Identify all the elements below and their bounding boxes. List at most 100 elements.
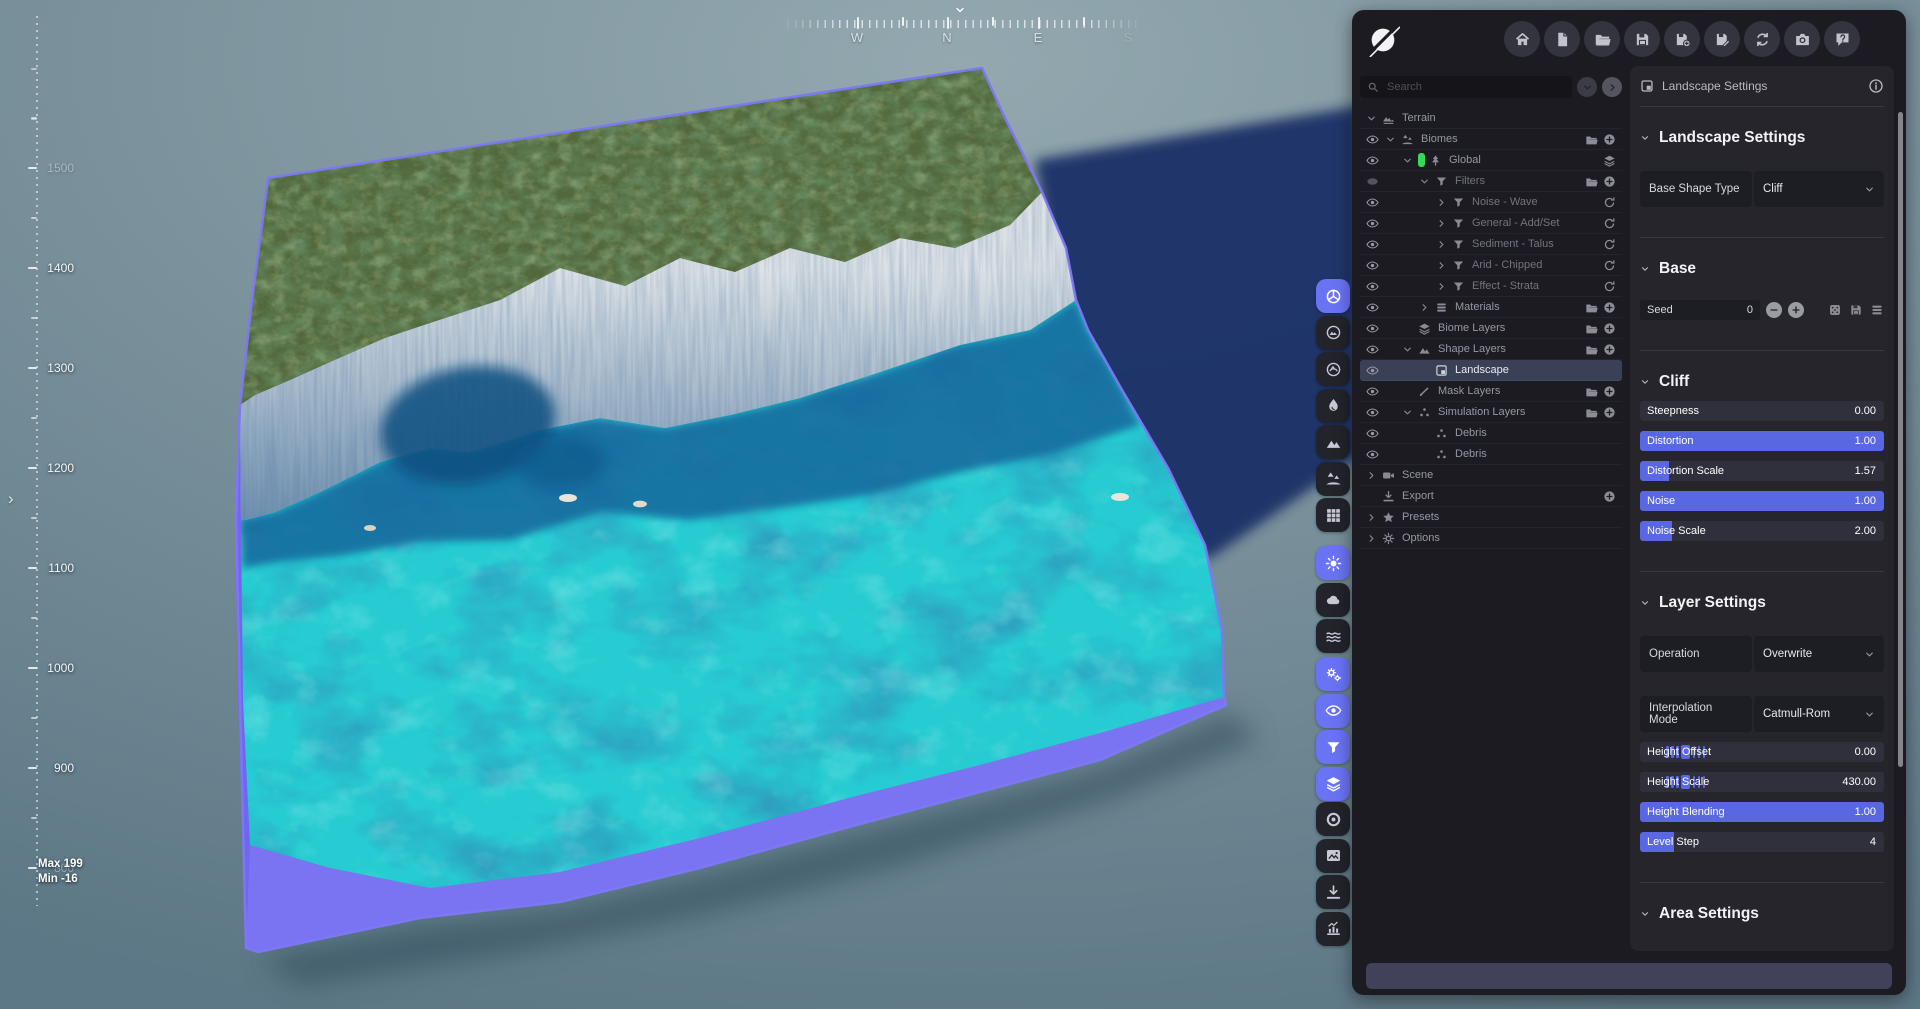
tree-row-shape-layers[interactable]: Shape Layers: [1360, 339, 1622, 360]
visibility-toggle[interactable]: [1366, 343, 1385, 356]
grid-view-button[interactable]: [1316, 498, 1350, 532]
terrain-view-button[interactable]: [1316, 279, 1350, 313]
plus-button[interactable]: [1600, 385, 1618, 398]
tree-row-biomes[interactable]: Biomes: [1360, 129, 1622, 150]
info-icon[interactable]: [1868, 78, 1884, 94]
tree-row-terrain[interactable]: Terrain: [1360, 108, 1622, 129]
refresh-button[interactable]: [1600, 259, 1618, 272]
export-quick-button[interactable]: [1316, 875, 1350, 909]
mountain-view-button[interactable]: [1316, 425, 1350, 459]
tree-row-presets[interactable]: Presets: [1360, 507, 1622, 528]
refresh-button[interactable]: [1600, 217, 1618, 230]
distortion-slider[interactable]: Distortion1.00: [1640, 431, 1884, 451]
visibility-toggle[interactable]: [1366, 448, 1385, 461]
statistics-button[interactable]: [1316, 912, 1350, 946]
folder-button[interactable]: [1582, 385, 1600, 398]
search-input[interactable]: [1385, 80, 1565, 94]
folder-button[interactable]: [1582, 133, 1600, 146]
expand-toggle[interactable]: [1366, 512, 1382, 523]
expand-toggle[interactable]: [1366, 470, 1382, 481]
save-seed-button[interactable]: [1849, 303, 1863, 317]
folder-button[interactable]: [1582, 406, 1600, 419]
seed-decrement-button[interactable]: [1766, 302, 1782, 318]
tree-row-debris[interactable]: Debris: [1360, 423, 1622, 444]
visibility-button[interactable]: [1316, 694, 1350, 728]
base-shape-type-dropdown[interactable]: Cliff: [1754, 171, 1884, 207]
visibility-toggle[interactable]: [1366, 133, 1385, 146]
open-project-button[interactable]: [1584, 21, 1620, 57]
section-heading-landscape-settings[interactable]: Landscape Settings: [1640, 129, 1884, 147]
save-button[interactable]: [1624, 21, 1660, 57]
tree-row-materials[interactable]: Materials: [1360, 297, 1622, 318]
expand-toggle[interactable]: [1419, 176, 1435, 187]
tree-row-simulation-layers[interactable]: Simulation Layers: [1360, 402, 1622, 423]
tree-row-filters[interactable]: Filters: [1360, 171, 1622, 192]
seed-field[interactable]: Seed0: [1640, 300, 1760, 320]
layer-display-button[interactable]: [1316, 767, 1350, 801]
folder-button[interactable]: [1582, 322, 1600, 335]
expand-toggle[interactable]: [1436, 218, 1452, 229]
section-heading-layer-settings[interactable]: Layer Settings: [1640, 594, 1884, 612]
terrain-solid-view-button[interactable]: [1316, 316, 1350, 350]
screenshot-button[interactable]: [1784, 21, 1820, 57]
plus-button[interactable]: [1600, 490, 1618, 503]
seed-history-button[interactable]: [1870, 303, 1884, 317]
terrain-contour-view-button[interactable]: [1316, 352, 1350, 386]
tree-row-effect-strata[interactable]: Effect - Strata: [1360, 276, 1622, 297]
tree-row-landscape[interactable]: Landscape: [1360, 360, 1622, 381]
tree-row-global[interactable]: Global: [1360, 150, 1622, 171]
layers-button[interactable]: [1600, 154, 1618, 167]
refresh-button[interactable]: [1600, 196, 1618, 209]
compass-bar[interactable]: WNES: [770, 0, 1154, 52]
expand-toggle[interactable]: [1436, 239, 1452, 250]
expand-toggle[interactable]: [1402, 155, 1418, 166]
tree-row-debris[interactable]: Debris: [1360, 444, 1622, 465]
tree-row-scene[interactable]: Scene: [1360, 465, 1622, 486]
visibility-toggle[interactable]: [1366, 322, 1385, 335]
tree-row-mask-layers[interactable]: Mask Layers: [1360, 381, 1622, 402]
expand-toggle[interactable]: [1402, 407, 1418, 418]
visibility-toggle[interactable]: [1366, 196, 1385, 209]
clouds-button[interactable]: [1316, 583, 1350, 617]
expand-toggle[interactable]: [1436, 260, 1452, 271]
visibility-toggle[interactable]: [1366, 154, 1385, 167]
seed-increment-button[interactable]: [1788, 302, 1804, 318]
tree-row-arid-chipped[interactable]: Arid - Chipped: [1360, 255, 1622, 276]
record-button[interactable]: [1316, 802, 1350, 836]
section-heading-base[interactable]: Base: [1640, 260, 1884, 278]
steepness-slider[interactable]: Steepness0.00: [1640, 401, 1884, 421]
home-button[interactable]: [1504, 21, 1540, 57]
level-step-slider[interactable]: Level Step4: [1640, 832, 1884, 852]
plus-button[interactable]: [1600, 322, 1618, 335]
auto-process-button[interactable]: [1316, 657, 1350, 691]
plus-button[interactable]: [1600, 301, 1618, 314]
visibility-toggle[interactable]: [1366, 427, 1385, 440]
distortion-scale-slider[interactable]: Distortion Scale1.57: [1640, 461, 1884, 481]
folder-button[interactable]: [1582, 175, 1600, 188]
tree-row-general-add-set[interactable]: General - Add/Set: [1360, 213, 1622, 234]
expand-toggle[interactable]: [1436, 197, 1452, 208]
water-sim-button[interactable]: [1316, 619, 1350, 653]
height-blending-slider[interactable]: Height Blending1.00: [1640, 802, 1884, 822]
tree-row-biome-layers[interactable]: Biome Layers: [1360, 318, 1622, 339]
visibility-toggle[interactable]: [1366, 238, 1385, 251]
expand-toggle[interactable]: [1366, 113, 1382, 124]
expand-toggle[interactable]: [1419, 302, 1435, 313]
plus-button[interactable]: [1600, 175, 1618, 188]
height-offset-slider[interactable]: Height Offset0.00: [1640, 742, 1884, 762]
visibility-toggle[interactable]: [1366, 280, 1385, 293]
tree-row-noise-wave[interactable]: Noise - Wave: [1360, 192, 1622, 213]
noise-scale-slider[interactable]: Noise Scale2.00: [1640, 521, 1884, 541]
noise-slider[interactable]: Noise1.00: [1640, 491, 1884, 511]
expand-toggle[interactable]: [1436, 281, 1452, 292]
search-next-button[interactable]: [1602, 77, 1622, 97]
section-heading-area-settings[interactable]: Area Settings: [1640, 905, 1884, 923]
folder-button[interactable]: [1582, 301, 1600, 314]
plus-button[interactable]: [1600, 343, 1618, 356]
help-button[interactable]: [1824, 21, 1860, 57]
save-edit-button[interactable]: [1704, 21, 1740, 57]
refresh-button[interactable]: [1600, 238, 1618, 251]
biome-view-button[interactable]: [1316, 462, 1350, 496]
plus-button[interactable]: [1600, 406, 1618, 419]
snapshot-button[interactable]: [1316, 839, 1350, 873]
